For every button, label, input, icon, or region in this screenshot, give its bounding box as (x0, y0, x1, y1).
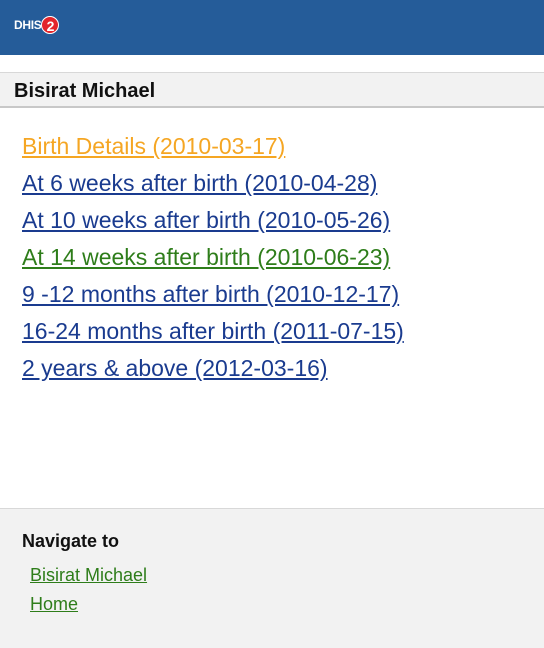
patient-name: Bisirat Michael (14, 80, 156, 102)
navigate-title: Navigate to (22, 531, 120, 551)
logo-text: DHIS (14, 18, 42, 32)
stage-link-6-weeks[interactable]: At 6 weeks after birth (2010-04-28) (22, 170, 377, 196)
list-item: At 10 weeks after birth (2010-05-26) (22, 202, 404, 239)
logo-badge-icon: 2 (41, 16, 60, 34)
list-item: Bisirat Michael (30, 561, 147, 590)
list-item: 9 -12 months after birth (2010-12-17) (22, 276, 404, 313)
patient-header: Bisirat Michael (0, 72, 544, 108)
list-item: At 14 weeks after birth (2010-06-23) (22, 239, 404, 276)
stage-link-2-years-above[interactable]: 2 years & above (2012-03-16) (22, 355, 328, 381)
stage-link-16-24-months[interactable]: 16-24 months after birth (2011-07-15) (22, 318, 404, 344)
header-bar: DHIS 2 (0, 0, 544, 55)
nav-link-home[interactable]: Home (30, 594, 78, 614)
stage-link-10-weeks[interactable]: At 10 weeks after birth (2010-05-26) (22, 207, 390, 233)
list-item: Home (30, 590, 147, 619)
stage-link-14-weeks[interactable]: At 14 weeks after birth (2010-06-23) (22, 244, 390, 270)
dhis2-logo[interactable]: DHIS 2 (14, 16, 60, 34)
list-item: 16-24 months after birth (2011-07-15) (22, 313, 404, 350)
navigate-section: Navigate to Bisirat Michael Home (0, 508, 544, 648)
nav-link-patient[interactable]: Bisirat Michael (30, 565, 147, 585)
list-item: 2 years & above (2012-03-16) (22, 350, 404, 387)
stage-link-birth-details[interactable]: Birth Details (2010-03-17) (22, 133, 285, 159)
program-stage-list: Birth Details (2010-03-17) At 6 weeks af… (22, 128, 404, 387)
navigate-links: Bisirat Michael Home (30, 561, 147, 619)
list-item: At 6 weeks after birth (2010-04-28) (22, 165, 404, 202)
stage-link-9-12-months[interactable]: 9 -12 months after birth (2010-12-17) (22, 281, 399, 307)
list-item: Birth Details (2010-03-17) (22, 128, 404, 165)
